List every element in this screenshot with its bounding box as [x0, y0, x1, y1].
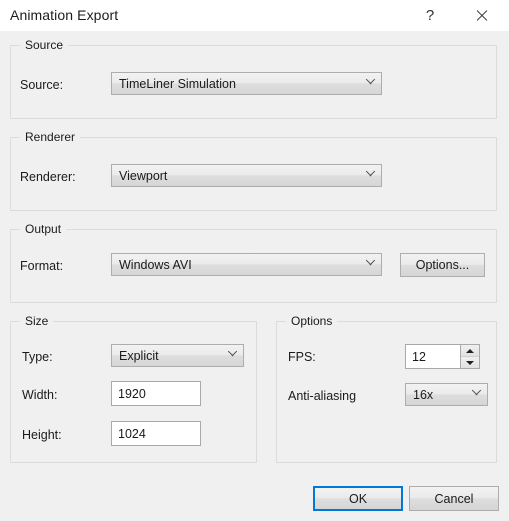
fps-label: FPS:: [288, 350, 316, 364]
triangle-down-icon: [466, 360, 474, 365]
cancel-button-label: Cancel: [434, 491, 474, 506]
ok-button[interactable]: OK: [313, 486, 403, 511]
size-width-input[interactable]: [111, 381, 201, 406]
output-group-title: Output: [20, 222, 67, 236]
chevron-down-icon: [359, 79, 381, 88]
size-type-select[interactable]: Explicit: [111, 344, 244, 367]
size-height-label: Height:: [22, 428, 62, 442]
format-options-button-label: Options...: [415, 258, 470, 272]
help-button[interactable]: ?: [407, 0, 453, 31]
renderer-select-value: Viewport: [119, 168, 168, 183]
source-select[interactable]: TimeLiner Simulation: [111, 72, 382, 95]
source-group-title: Source: [20, 38, 69, 52]
fps-increment-button[interactable]: [461, 345, 479, 356]
close-button[interactable]: [458, 0, 504, 31]
chevron-down-icon: [221, 351, 243, 360]
antialiasing-label: Anti-aliasing: [288, 389, 357, 403]
chevron-down-icon: [465, 390, 487, 399]
format-select[interactable]: Windows AVI: [111, 253, 382, 276]
antialiasing-select[interactable]: 16x: [405, 383, 488, 406]
chevron-down-icon: [359, 171, 381, 180]
fps-decrement-button[interactable]: [461, 356, 479, 368]
close-icon: [475, 9, 488, 22]
fps-input[interactable]: [406, 345, 460, 368]
format-select-value: Windows AVI: [119, 257, 192, 272]
fps-stepper-buttons: [460, 345, 479, 368]
renderer-group-title: Renderer: [20, 130, 81, 144]
question-mark-icon: ?: [425, 7, 435, 24]
options-group-title: Options: [286, 314, 338, 328]
size-height-input[interactable]: [111, 421, 201, 446]
ok-button-label: OK: [348, 491, 368, 506]
antialiasing-select-value: 16x: [413, 387, 434, 402]
chevron-down-icon: [359, 260, 381, 269]
size-type-label: Type:: [22, 350, 53, 364]
format-label: Format:: [20, 259, 64, 273]
size-type-select-value: Explicit: [119, 348, 159, 363]
size-group-title: Size: [20, 314, 54, 328]
cancel-button[interactable]: Cancel: [409, 486, 499, 511]
renderer-select[interactable]: Viewport: [111, 164, 382, 187]
renderer-label: Renderer:: [20, 170, 76, 184]
title-bar: Animation Export ?: [0, 0, 509, 32]
fps-stepper[interactable]: [405, 344, 480, 369]
source-select-value: TimeLiner Simulation: [119, 76, 236, 91]
window-title: Animation Export: [10, 7, 119, 23]
source-label: Source:: [20, 78, 64, 92]
size-width-label: Width:: [22, 388, 58, 402]
triangle-up-icon: [466, 348, 474, 353]
format-options-button[interactable]: Options...: [400, 253, 485, 277]
